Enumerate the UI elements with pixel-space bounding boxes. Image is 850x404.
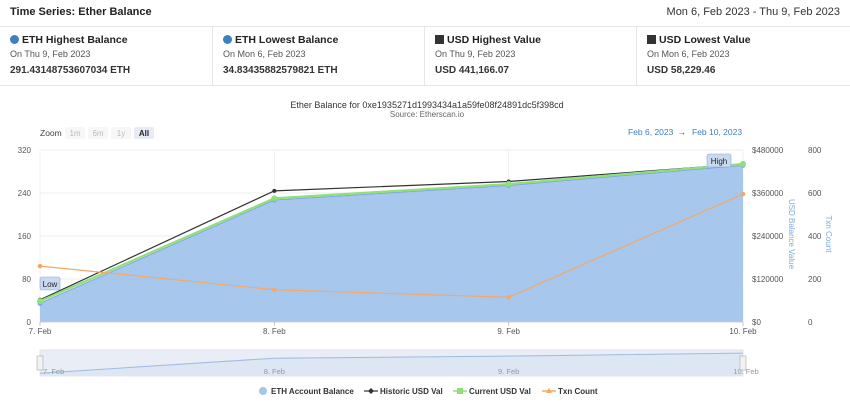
legend-item-current-usd[interactable]: Current USD Val [453,387,531,396]
txn-count-point [740,191,746,197]
card-subtitle: On Mon 6, Feb 2023 [223,49,306,59]
legend-label: Txn Count [558,387,598,396]
eth-balance-area [39,164,744,322]
current-usd-point [37,298,43,305]
left-tick-label: 80 [22,275,31,284]
txn-count-point [37,263,43,269]
left-tick-label: 0 [27,318,32,327]
card-title: USD Highest Value [447,34,541,46]
page-title: Time Series: Ether Balance [10,6,152,18]
legend-item-historic-usd[interactable]: Historic USD Val [364,387,443,396]
usd-axis-title: USD Balance Value [787,199,796,270]
usd-tick-label: $360000 [752,189,784,198]
txn-tick-label: 200 [808,275,822,284]
txn-count-point [272,287,277,293]
ether-balance-chart: Ether Balance for 0xe1935271d1993434a1a5… [18,100,833,396]
card-eth-lowest: ETH Lowest Balance On Mon 6, Feb 2023 34… [212,27,425,85]
txn-tick-label: 800 [808,146,822,155]
range-arrow: → [678,127,687,137]
card-value: USD 58,229.46 [647,65,716,76]
legend-item-eth-balance[interactable]: ETH Account Balance [259,387,354,396]
navigator-left-handle[interactable] [36,355,44,371]
zoom-all-label: All [139,129,149,138]
x-tick-label: 7. Feb [29,327,52,336]
txn-tick-label: 600 [808,189,822,198]
navigator-tick-label: 8. Feb [264,367,285,376]
card-title: USD Lowest Value [659,34,751,46]
card-usd-lowest: USD Lowest Value On Mon 6, Feb 2023 USD … [636,27,850,85]
range-from-input[interactable]: Feb 6, 2023 [628,127,674,137]
card-subtitle: On Thu 9, Feb 2023 [10,49,91,59]
zoom-6m-label: 6m [92,129,103,138]
usd-tick-label: $480000 [752,146,784,155]
navigator-tick-label: 7. Feb [43,367,64,376]
range-to-input[interactable]: Feb 10, 2023 [692,127,742,137]
header-bar: Time Series: Ether Balance Mon 6, Feb 20… [0,0,850,27]
zoom-1y-button[interactable]: 1y [111,127,131,139]
card-subtitle: On Mon 6, Feb 2023 [647,49,730,59]
date-range: Mon 6, Feb 2023 - Thu 9, Feb 2023 [666,6,840,18]
usd-tick-label: $120000 [752,275,784,284]
summary-cards: ETH Highest Balance On Thu 9, Feb 2023 2… [0,27,850,86]
zoom-label: Zoom [40,128,62,138]
zoom-all-button[interactable]: All [134,127,154,139]
txn-count-point [506,294,511,300]
high-flag-label: High [711,157,727,166]
square-icon [435,35,444,44]
card-usd-highest: USD Highest Value On Thu 9, Feb 2023 USD… [424,27,637,85]
card-subtitle: On Thu 9, Feb 2023 [435,49,516,59]
circle-icon [10,35,19,44]
navigator-tick-label: 9. Feb [498,367,519,376]
txn-tick-label: 0 [808,318,813,327]
left-tick-label: 240 [18,189,32,198]
card-value: USD 441,166.07 [435,65,509,76]
txn-axis-title: Txn Count [824,216,833,254]
x-tick-label: 9. Feb [497,327,520,336]
card-value: 291.43148753607034 ETH [10,65,131,76]
low-flag-label: Low [43,280,58,289]
txn-tick-label: 400 [808,232,822,241]
card-title: ETH Highest Balance [22,34,128,46]
left-tick-label: 320 [18,146,32,155]
card-title: ETH Lowest Balance [235,34,339,46]
navigator[interactable]: 7. Feb 8. Feb 9. Feb 10. Feb [36,349,759,377]
chart-source: Source: Etherscan.io [390,110,465,119]
historic-usd-point [272,188,277,193]
x-tick-label: 10. Feb [729,327,757,336]
zoom-1y-label: 1y [117,129,125,138]
left-tick-label: 160 [18,232,32,241]
legend-label: Historic USD Val [380,387,443,396]
low-flag: Low [39,276,61,291]
current-usd-point [505,181,512,188]
circle-icon [223,35,232,44]
legend-label: ETH Account Balance [271,387,354,396]
eth-balance-area-fill [40,165,743,322]
usd-tick-label: $0 [752,318,761,327]
usd-tick-label: $240000 [752,232,784,241]
zoom-1m-label: 1m [69,129,80,138]
navigator-right-handle[interactable] [739,355,747,371]
high-flag: High [706,153,732,168]
legend: ETH Account Balance Historic USD Val Cur… [259,387,598,396]
legend-item-txn-count[interactable]: Txn Count [542,387,598,396]
zoom-6m-button[interactable]: 6m [88,127,108,139]
chart-title: Ether Balance for 0xe1935271d1993434a1a5… [290,100,563,110]
card-eth-highest: ETH Highest Balance On Thu 9, Feb 2023 2… [0,27,212,85]
square-icon [647,35,656,44]
card-value: 34.83435882579821 ETH [223,65,338,76]
current-usd-point [271,195,278,202]
legend-label: Current USD Val [469,387,531,396]
current-usd-point [740,160,746,167]
zoom-1m-button[interactable]: 1m [65,127,85,139]
x-tick-label: 8. Feb [263,327,286,336]
